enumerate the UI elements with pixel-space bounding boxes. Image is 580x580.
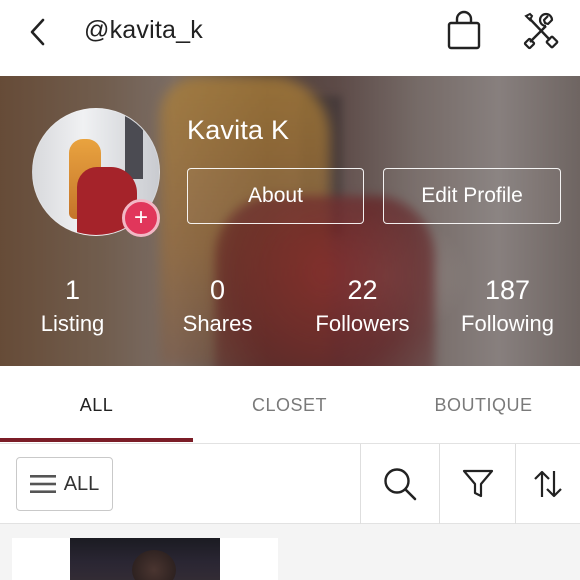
add-photo-button[interactable]: + bbox=[122, 199, 160, 237]
listing-photo-subject bbox=[132, 550, 176, 580]
filter-bar: ALL bbox=[0, 444, 580, 524]
listing-card[interactable] bbox=[12, 538, 278, 580]
shopping-bag-button[interactable] bbox=[444, 10, 484, 52]
search-button[interactable] bbox=[360, 444, 439, 524]
stat-label: Following bbox=[461, 311, 554, 336]
stat-listing[interactable]: 1 Listing bbox=[0, 275, 145, 337]
category-menu-button[interactable]: ALL bbox=[16, 457, 113, 511]
filter-icon bbox=[462, 469, 493, 498]
stat-label: Followers bbox=[315, 311, 410, 336]
profile-display-name: Kavita K bbox=[187, 115, 290, 145]
tab-closet[interactable]: CLOSET bbox=[193, 366, 386, 444]
about-button[interactable]: About bbox=[187, 168, 364, 224]
filter-button[interactable] bbox=[439, 444, 515, 524]
stat-value: 0 bbox=[209, 275, 226, 305]
profile-username: @kavita_k bbox=[84, 16, 203, 44]
back-button[interactable] bbox=[20, 14, 56, 50]
active-tab-indicator bbox=[0, 438, 193, 442]
category-menu-label: ALL bbox=[63, 472, 100, 495]
plus-icon: + bbox=[133, 204, 148, 231]
hamburger-icon bbox=[29, 475, 56, 493]
top-bar: @kavita_k bbox=[0, 0, 580, 76]
tab-all[interactable]: ALL bbox=[0, 366, 193, 444]
stat-value: 1 bbox=[64, 275, 81, 305]
listing-grid bbox=[0, 524, 580, 580]
tools-icon bbox=[523, 12, 559, 50]
listing-photo bbox=[70, 538, 220, 580]
stat-shares[interactable]: 0 Shares bbox=[145, 275, 290, 337]
sort-button[interactable] bbox=[515, 444, 580, 524]
settings-tools-button[interactable] bbox=[520, 10, 562, 52]
avatar-background-shelf bbox=[125, 109, 143, 179]
search-icon bbox=[384, 468, 417, 501]
sort-icon bbox=[534, 470, 562, 498]
stat-value: 187 bbox=[484, 275, 531, 305]
edit-profile-button[interactable]: Edit Profile bbox=[383, 168, 561, 224]
chevron-left-icon bbox=[30, 18, 45, 46]
stat-value: 22 bbox=[347, 275, 378, 305]
stat-followers[interactable]: 22 Followers bbox=[290, 275, 435, 337]
stat-label: Shares bbox=[182, 311, 253, 336]
closet-tabs: ALL CLOSET BOUTIQUE bbox=[0, 366, 580, 444]
stat-label: Listing bbox=[40, 311, 105, 336]
tab-boutique[interactable]: BOUTIQUE bbox=[387, 366, 580, 444]
stat-following[interactable]: 187 Following bbox=[435, 275, 580, 337]
shopping-bag-icon bbox=[447, 10, 481, 50]
